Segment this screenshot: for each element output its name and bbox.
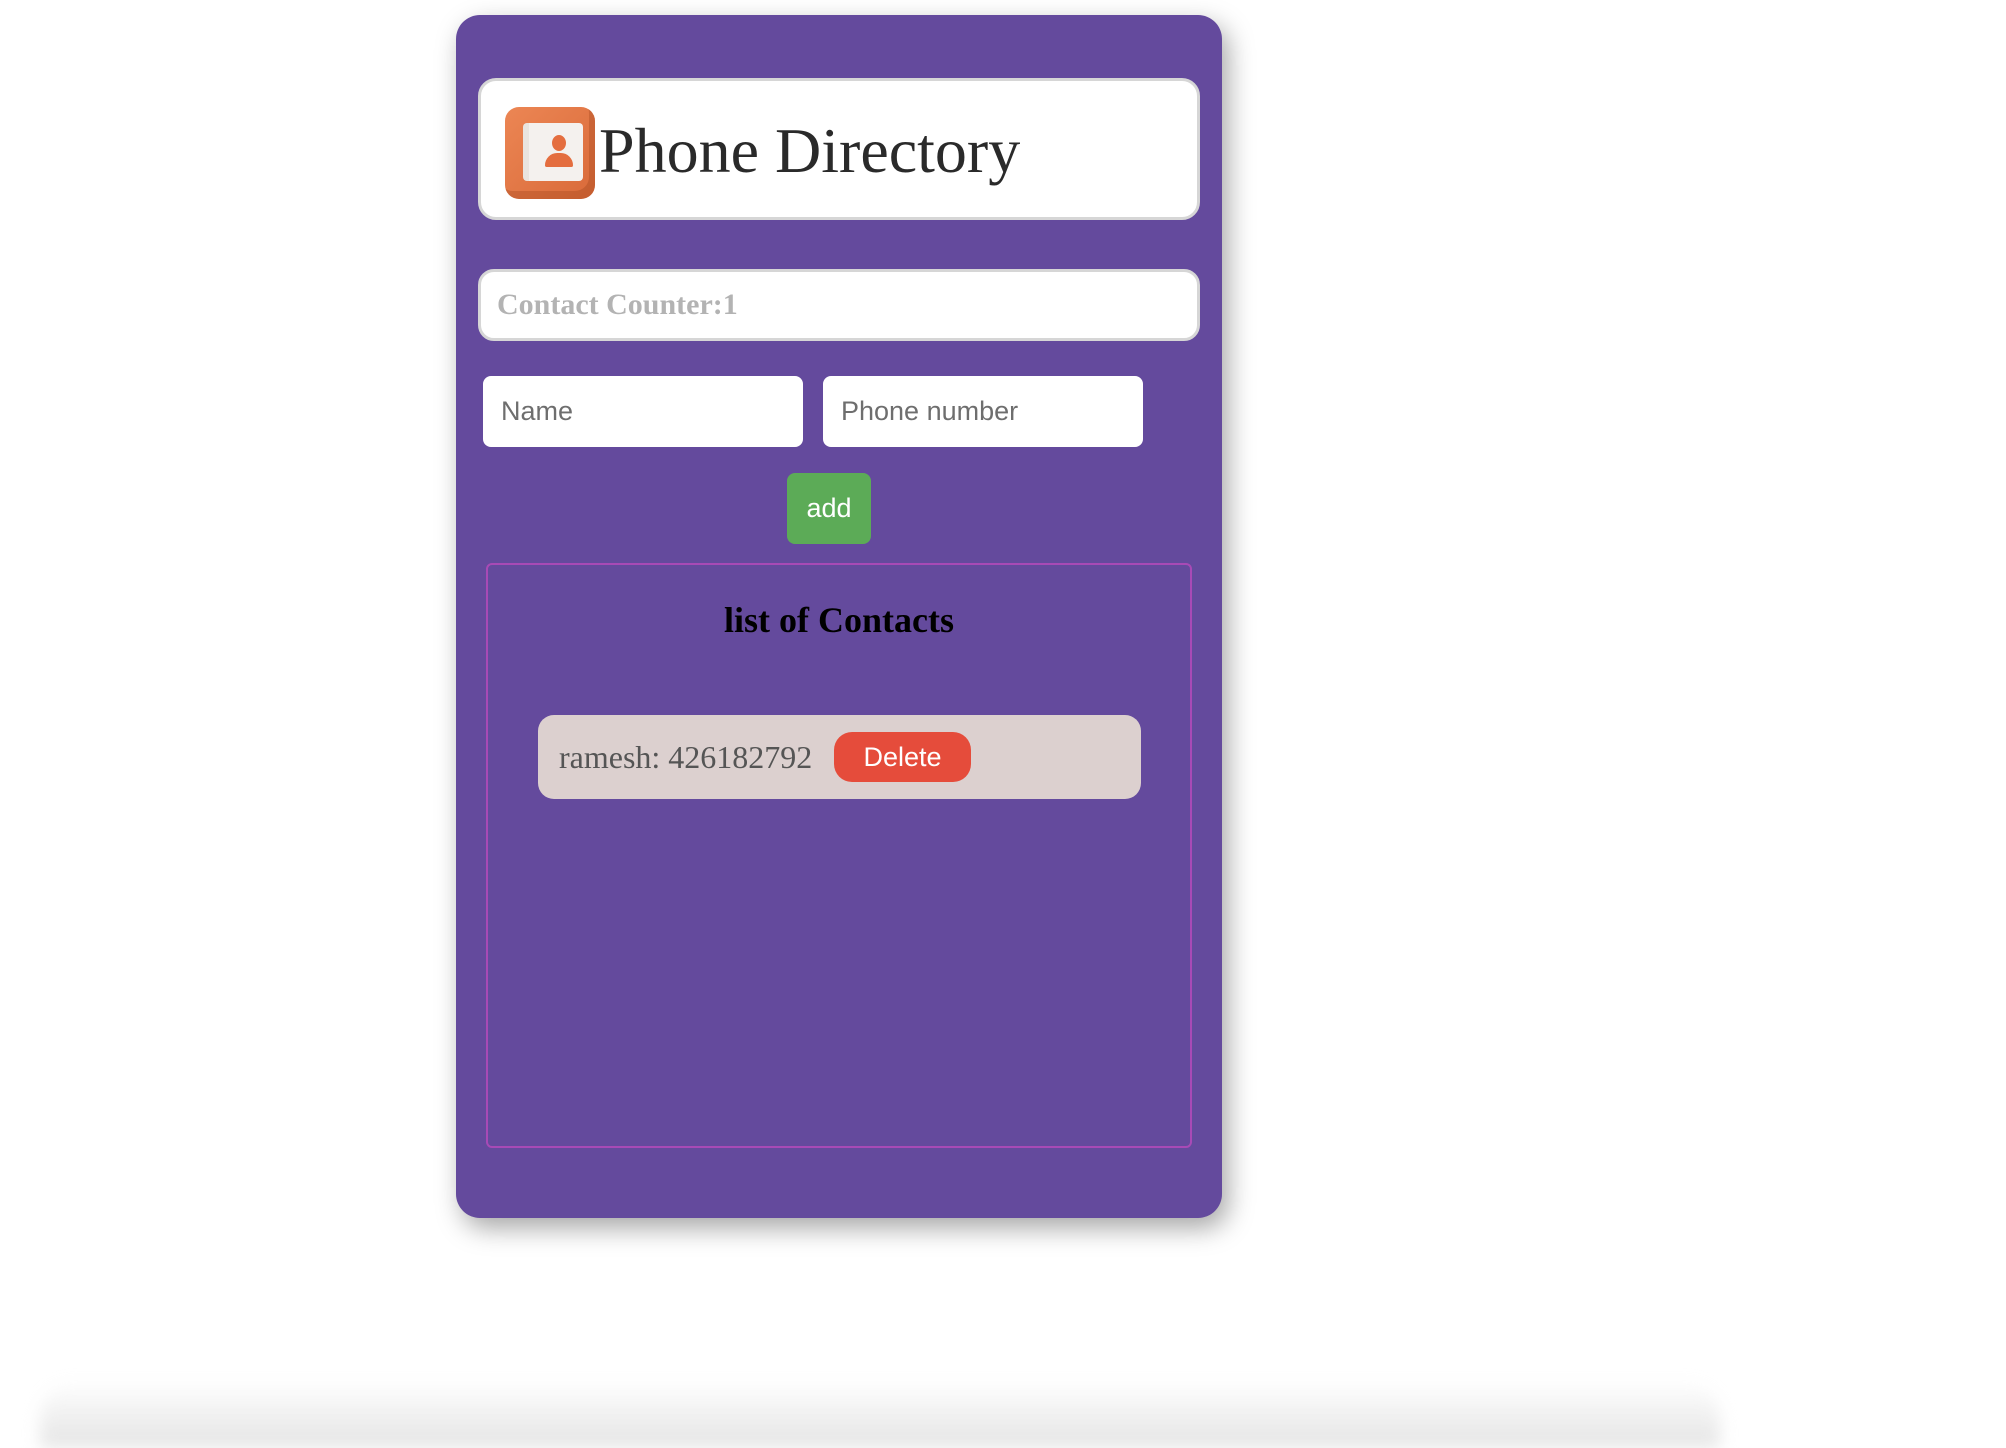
- header: Phone Directory: [478, 78, 1200, 220]
- contacts-list-panel: list of Contacts ramesh: 426182792 Delet…: [486, 563, 1192, 1148]
- contact-counter: Contact Counter:1: [478, 269, 1200, 341]
- logo-page: [523, 123, 583, 181]
- delete-button[interactable]: Delete: [834, 732, 971, 782]
- phone-number-input[interactable]: [823, 376, 1143, 447]
- list-item: ramesh: 426182792 Delete: [538, 715, 1141, 799]
- phone-directory-card: Phone Directory Contact Counter:1 add li…: [456, 15, 1222, 1218]
- logo-person-body: [545, 153, 573, 167]
- name-input[interactable]: [483, 376, 803, 447]
- add-button[interactable]: add: [787, 473, 871, 544]
- contact-book-icon: [505, 107, 595, 199]
- contact-entry-text: ramesh: 426182792: [559, 739, 813, 775]
- logo-person-head: [552, 135, 566, 151]
- contacts-list-heading: list of Contacts: [724, 600, 954, 640]
- page-title: Phone Directory: [599, 115, 1021, 186]
- page-bottom-shadow: [40, 1380, 1720, 1448]
